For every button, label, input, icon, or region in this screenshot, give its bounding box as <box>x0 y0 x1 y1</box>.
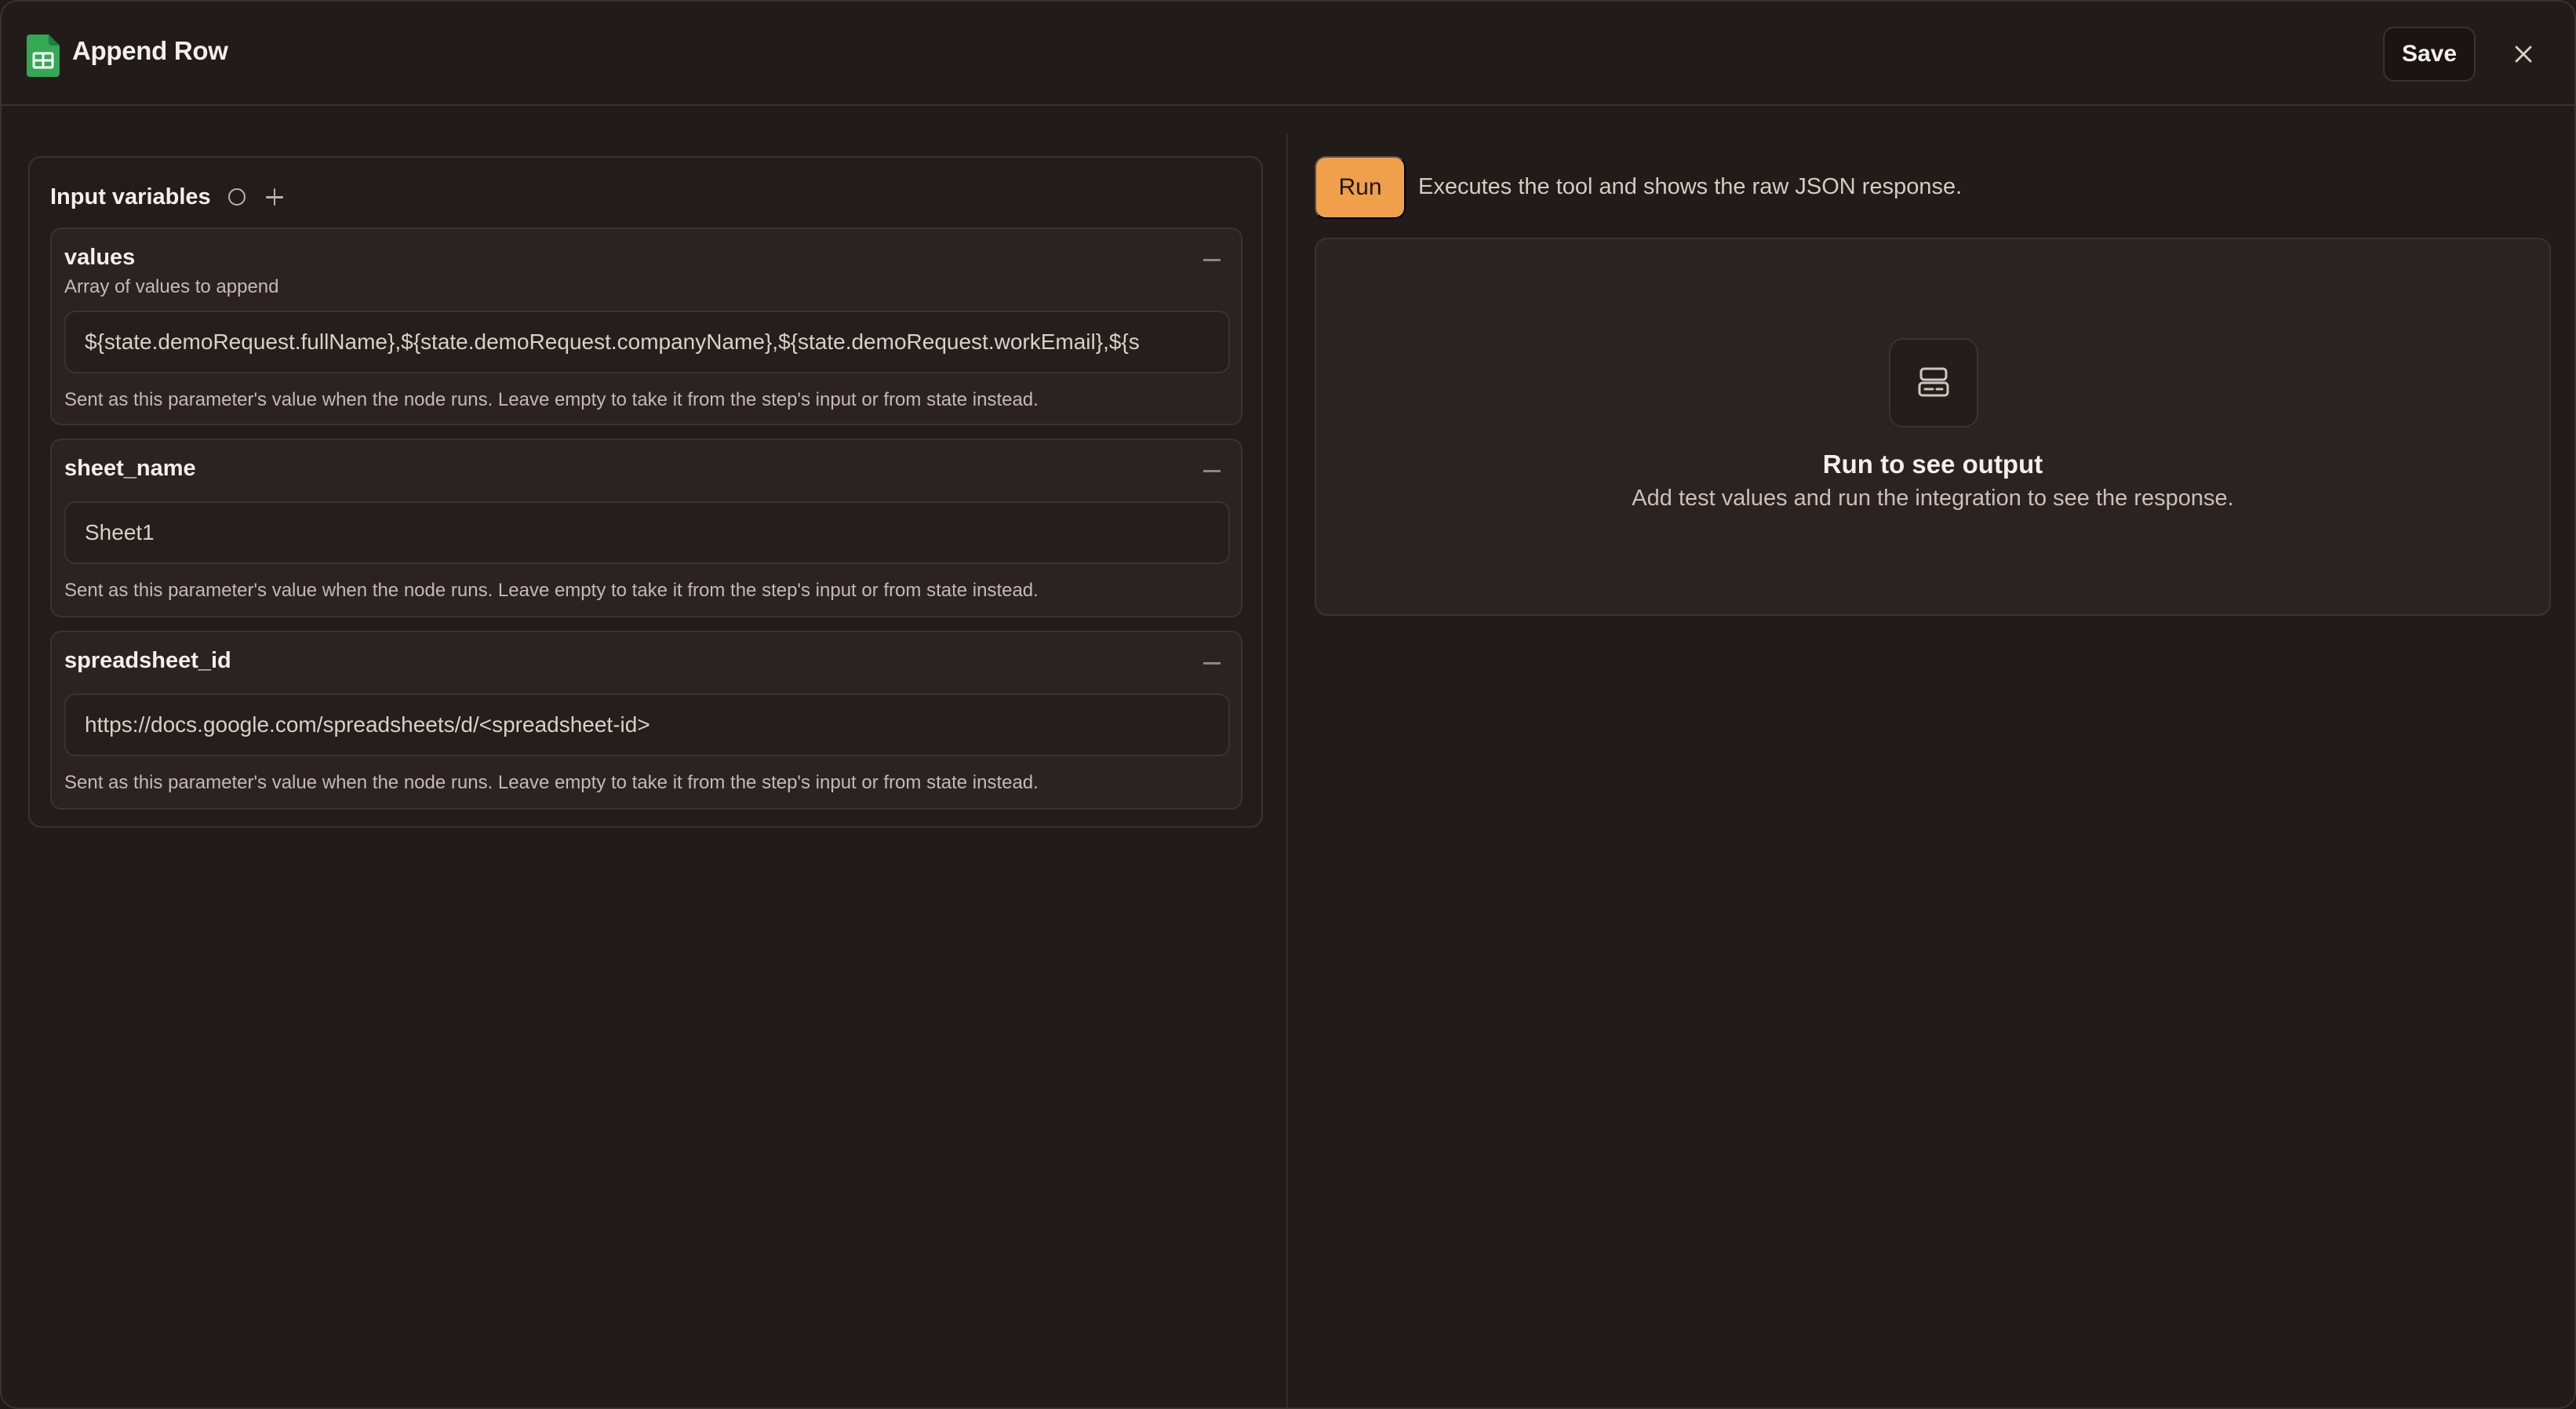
variable-name: spreadsheet_id <box>64 648 231 673</box>
close-icon <box>2515 46 2532 63</box>
variable-description: Array of values to append <box>64 276 279 297</box>
output-panel: Run to see output Add test values and ru… <box>1315 238 2551 616</box>
input-variables-title: Input variables <box>50 184 211 209</box>
collapse-icon[interactable] <box>1203 662 1221 664</box>
dialog-title: Append Row <box>72 36 228 65</box>
variable-card-values: values Array of values to append ${state… <box>50 228 1243 425</box>
google-sheets-icon <box>27 35 60 77</box>
run-button[interactable]: Run <box>1315 156 1406 219</box>
server-icon <box>1918 367 1949 397</box>
output-title: Run to see output <box>1822 450 2043 479</box>
run-description: Executes the tool and shows the raw JSON… <box>1418 174 1963 199</box>
collapse-icon[interactable] <box>1203 259 1221 261</box>
variable-name: values <box>64 245 136 270</box>
variable-help-text: Sent as this parameter's value when the … <box>64 580 1039 601</box>
values-input[interactable]: ${state.demoRequest.fullName},${state.de… <box>64 311 1230 373</box>
output-subtitle: Add test values and run the integration … <box>1632 486 2234 511</box>
panel-divider <box>1286 133 1288 1407</box>
collapse-icon[interactable] <box>1203 470 1221 472</box>
output-placeholder-icon <box>1889 338 1978 428</box>
save-button[interactable]: Save <box>2383 27 2476 82</box>
variable-card-sheet-name: sheet_name Sheet1 Sent as this parameter… <box>50 439 1243 617</box>
variable-help-text: Sent as this parameter's value when the … <box>64 772 1039 793</box>
close-button[interactable] <box>2504 35 2543 74</box>
input-variables-header: Input variables <box>50 181 285 213</box>
info-circle-icon[interactable] <box>227 188 246 206</box>
variable-card-spreadsheet-id: spreadsheet_id https://docs.google.com/s… <box>50 631 1243 810</box>
sheet-name-input[interactable]: Sheet1 <box>64 501 1230 564</box>
variable-name: sheet_name <box>64 456 196 481</box>
dialog-header: Append Row Save <box>2 2 2574 106</box>
spreadsheet-id-input[interactable]: https://docs.google.com/spreadsheets/d/<… <box>64 694 1230 756</box>
add-variable-icon[interactable] <box>264 187 285 207</box>
integration-dialog: Append Row Save Input variables values A… <box>0 0 2576 1409</box>
input-variables-panel: Input variables values Array of values t… <box>28 156 1263 828</box>
variable-help-text: Sent as this parameter's value when the … <box>64 389 1039 410</box>
